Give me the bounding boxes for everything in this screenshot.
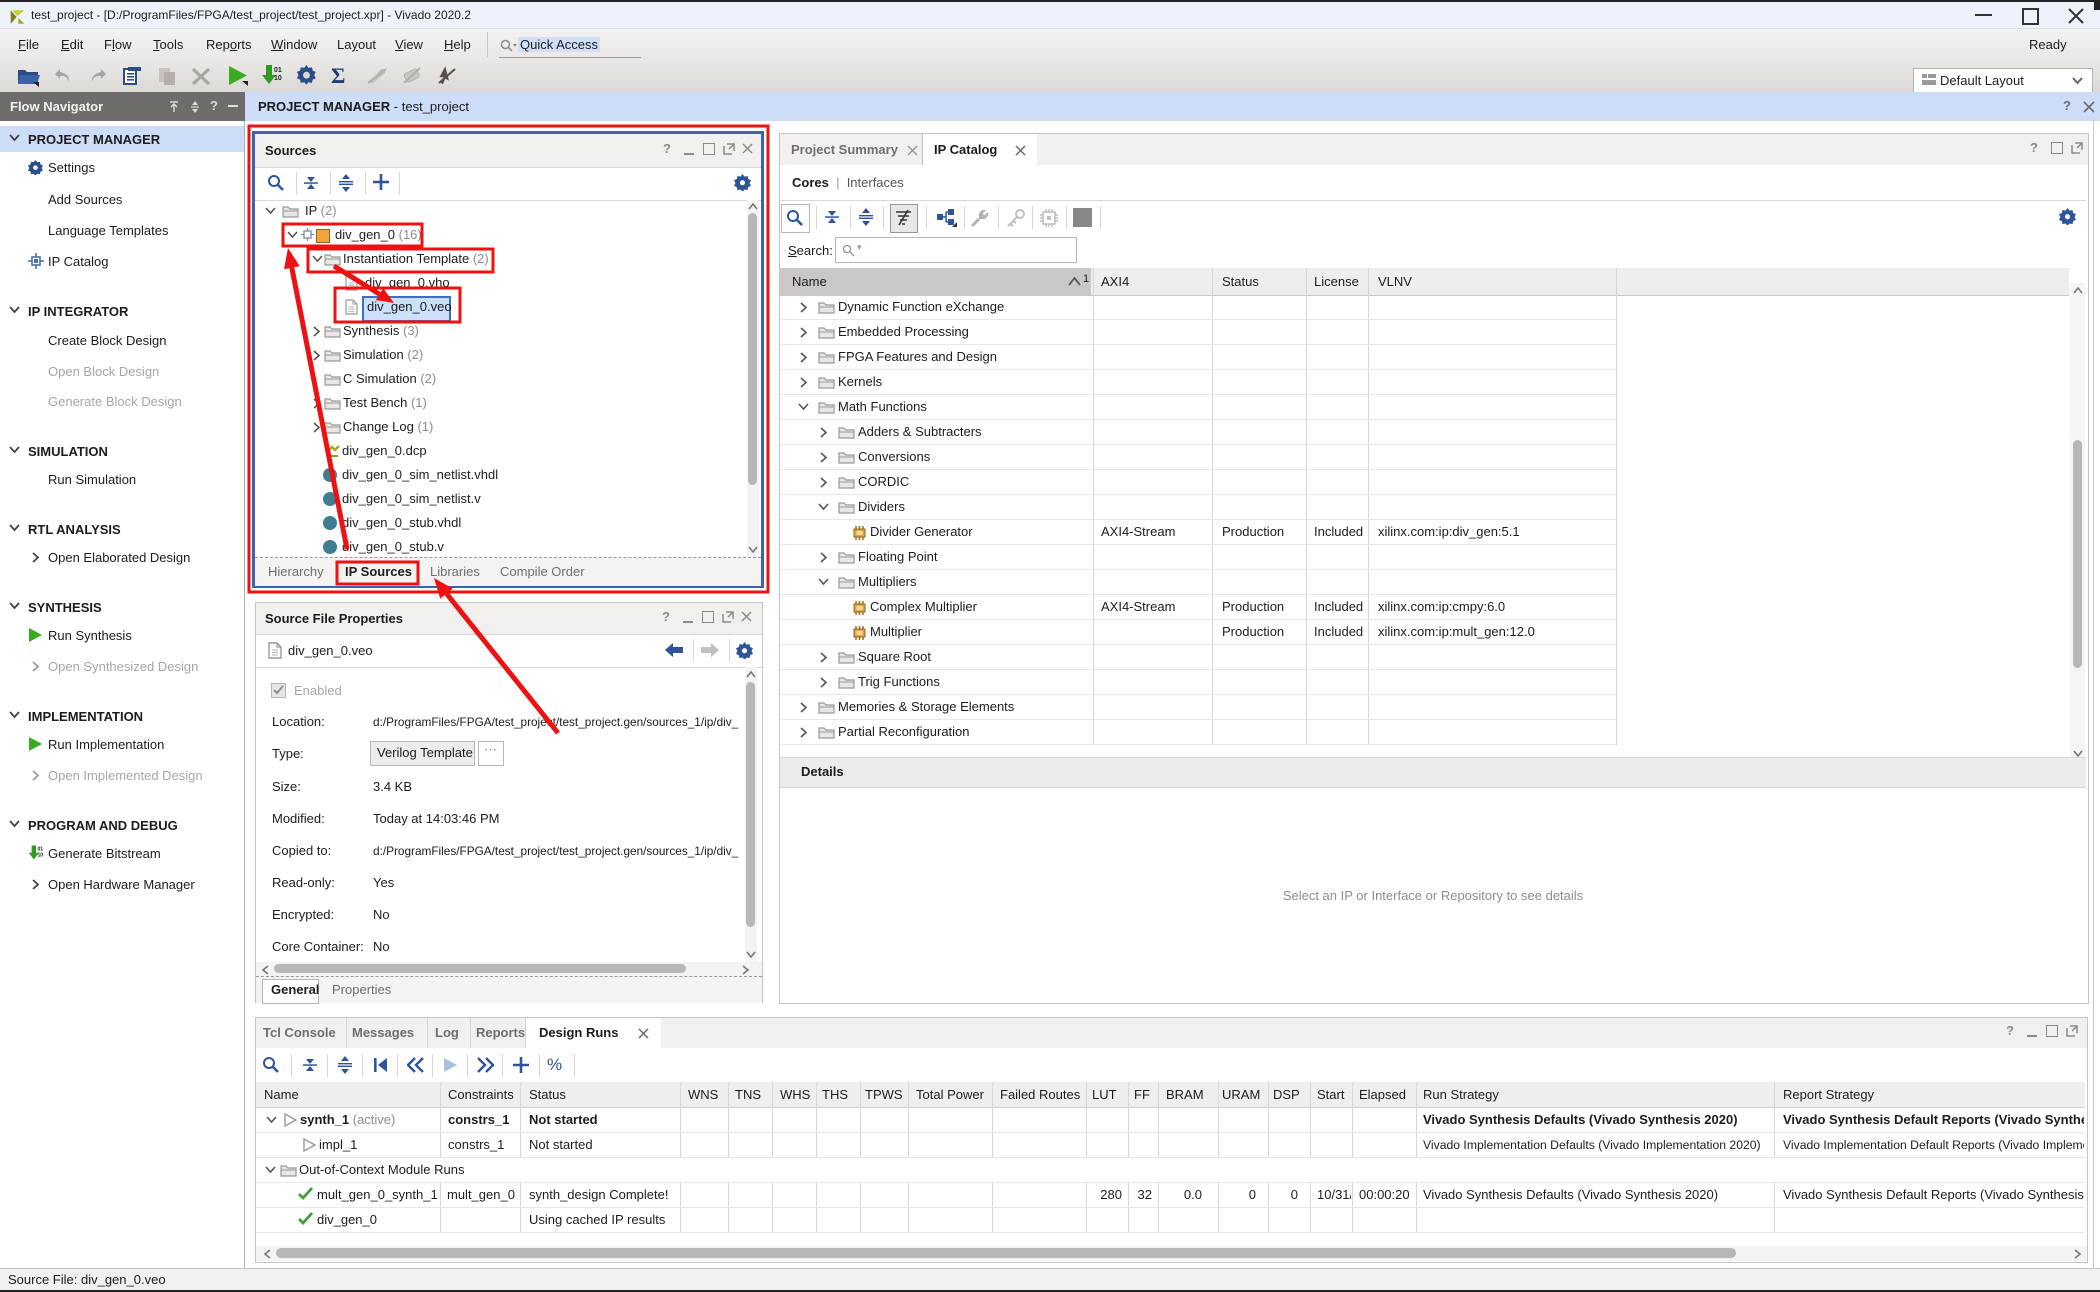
svg-text:01: 01 xyxy=(274,67,282,74)
svg-text:10: 10 xyxy=(37,852,43,858)
svg-text:01: 01 xyxy=(37,847,43,853)
svg-text:10: 10 xyxy=(274,75,282,82)
